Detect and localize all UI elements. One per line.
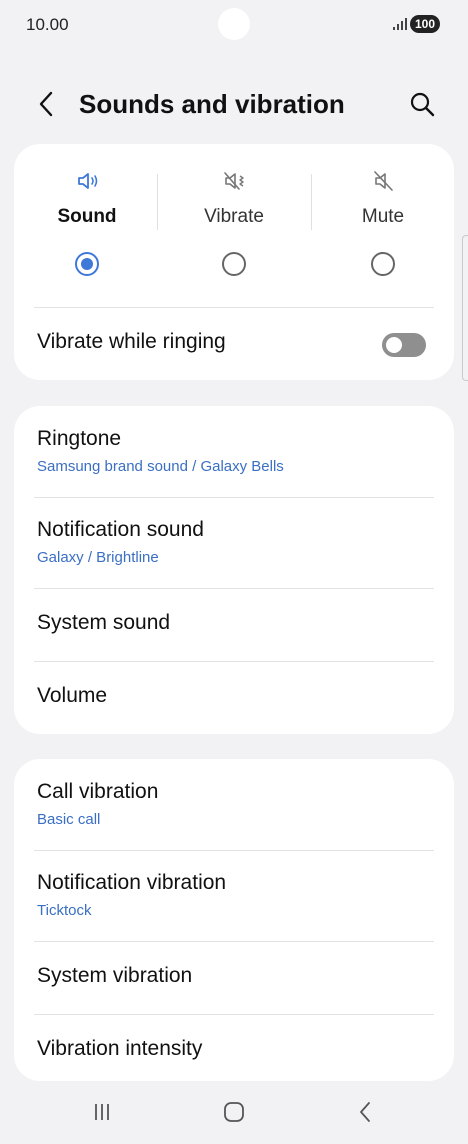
status-time: 10.00 xyxy=(26,15,69,34)
recents-icon xyxy=(95,1104,109,1120)
item-title: System vibration xyxy=(37,964,193,987)
vibration-settings-card: Call vibration Basic call Notification v… xyxy=(14,759,454,1081)
mode-option-mute[interactable]: Mute xyxy=(310,144,454,304)
item-title: Call vibration xyxy=(37,780,159,803)
back-icon xyxy=(360,1102,370,1122)
radio-mute[interactable] xyxy=(371,252,395,276)
home-button[interactable] xyxy=(214,1096,254,1128)
signal-icon xyxy=(393,18,407,30)
mode-label-mute: Mute xyxy=(361,206,405,227)
back-button[interactable] xyxy=(30,86,62,122)
page-title: Sounds and vibration xyxy=(79,89,345,119)
list-item-vibration-intensity[interactable]: Vibration intensity xyxy=(14,1015,454,1081)
item-subtitle: Basic call xyxy=(37,811,101,828)
item-subtitle: Ticktock xyxy=(37,902,92,919)
scroll-indicator[interactable] xyxy=(462,235,468,381)
mode-divider xyxy=(157,174,158,230)
home-icon xyxy=(224,1102,244,1122)
vibrate-while-ringing-toggle[interactable] xyxy=(382,333,426,357)
back-nav-button[interactable] xyxy=(345,1096,385,1128)
sound-settings-card: Ringtone Samsung brand sound / Galaxy Be… xyxy=(14,406,454,734)
list-item-call-vibration[interactable]: Call vibration Basic call xyxy=(14,759,454,851)
item-subtitle: Samsung brand sound / Galaxy Bells xyxy=(37,458,284,475)
app-header: Sounds and vibration xyxy=(0,72,468,136)
toggle-knob xyxy=(386,337,402,353)
radio-vibrate[interactable] xyxy=(222,252,246,276)
mode-option-vibrate[interactable]: Vibrate xyxy=(161,144,307,304)
mode-label-sound: Sound xyxy=(57,206,117,227)
list-item-system-vibration[interactable]: System vibration xyxy=(14,942,454,1014)
mute-icon xyxy=(374,171,393,191)
list-item-system-sound[interactable]: System sound xyxy=(14,589,454,661)
navigation-bar xyxy=(0,1082,468,1144)
list-item-volume[interactable]: Volume xyxy=(14,662,454,734)
mode-label-vibrate: Vibrate xyxy=(204,206,264,227)
list-item-notification-vibration[interactable]: Notification vibration Ticktock xyxy=(14,851,454,941)
speaker-icon xyxy=(78,173,98,189)
camera-cutout xyxy=(218,8,250,40)
search-button[interactable] xyxy=(404,86,440,122)
vibrate-icon xyxy=(224,172,244,190)
item-title: Volume xyxy=(37,684,108,707)
recents-button[interactable] xyxy=(82,1096,122,1128)
chevron-left-icon xyxy=(39,91,53,117)
list-item-notification-sound[interactable]: Notification sound Galaxy / Brightline xyxy=(14,498,454,588)
sound-mode-card: Sound Vibrate Mute Vibrate while ringing xyxy=(14,144,454,380)
vibrate-while-ringing-row[interactable]: Vibrate while ringing xyxy=(14,308,454,380)
status-bar: 10.00 100 xyxy=(0,0,468,52)
item-subtitle: Galaxy / Brightline xyxy=(37,549,159,566)
search-icon xyxy=(410,92,435,117)
item-title: Vibration intensity xyxy=(37,1037,203,1060)
item-title: Notification sound xyxy=(37,518,204,541)
mode-option-sound[interactable]: Sound xyxy=(14,144,160,304)
item-title: Ringtone xyxy=(37,427,122,450)
item-title: System sound xyxy=(37,611,171,634)
radio-sound[interactable] xyxy=(75,252,99,276)
battery-badge: 100 xyxy=(410,15,440,33)
vibrate-while-ringing-label: Vibrate while ringing xyxy=(37,330,226,353)
item-title: Notification vibration xyxy=(37,871,227,894)
list-item-ringtone[interactable]: Ringtone Samsung brand sound / Galaxy Be… xyxy=(14,406,454,498)
